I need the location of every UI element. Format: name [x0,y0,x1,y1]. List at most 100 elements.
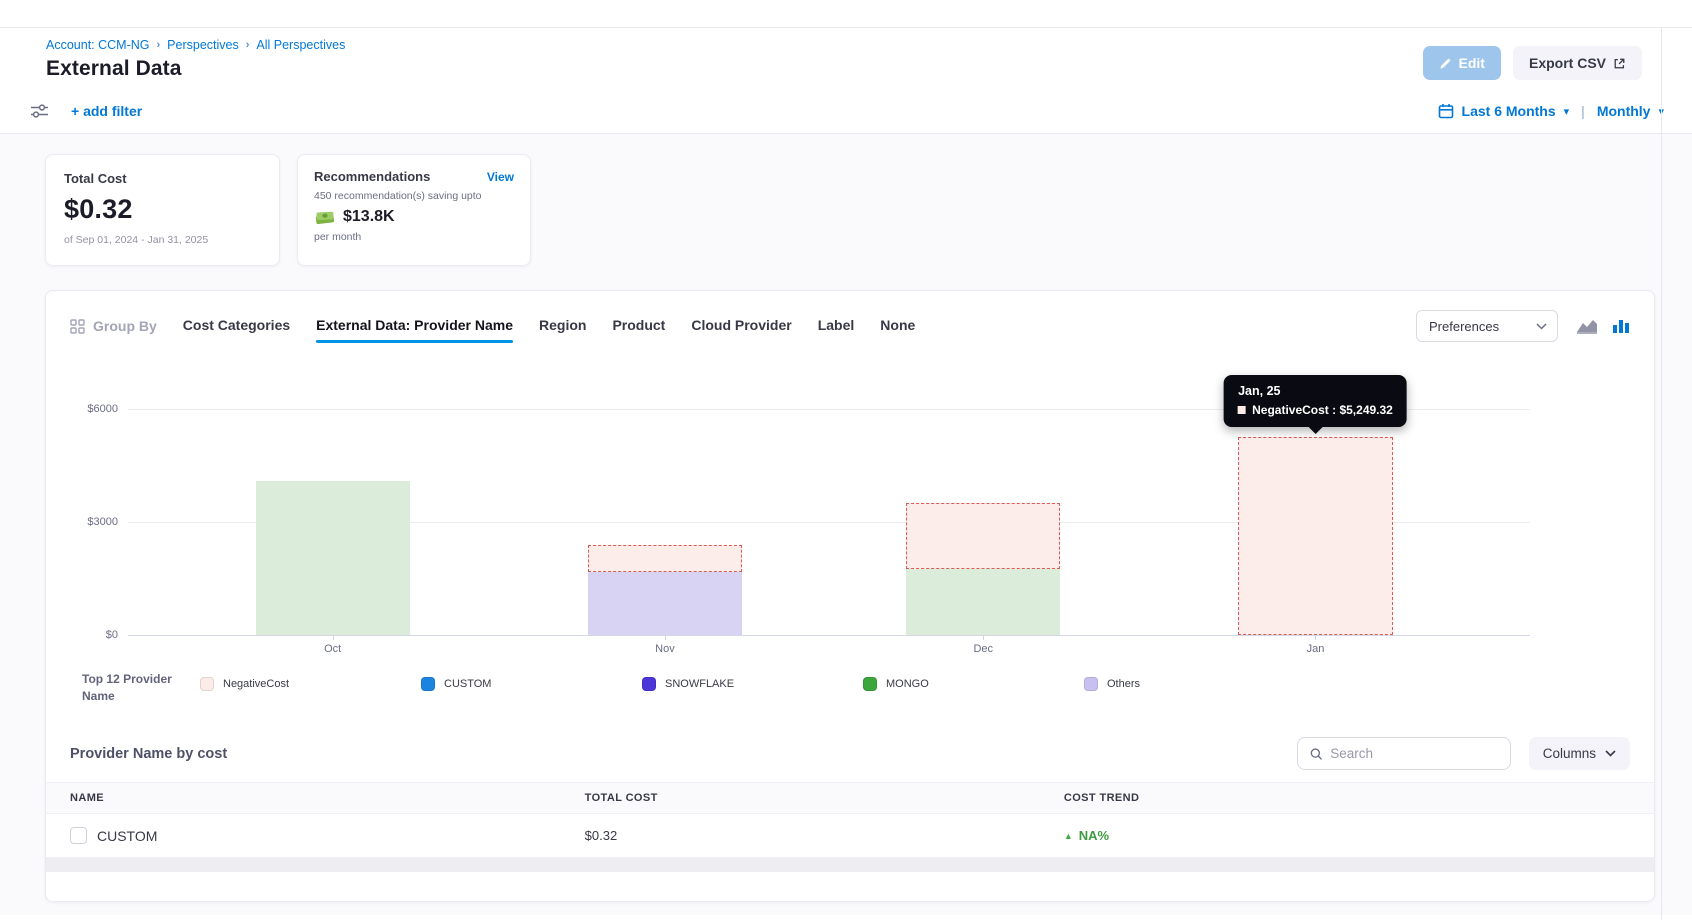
provider-cost-table: NAME TOTAL COST COST TREND CUSTOM$0.32▲N… [46,782,1654,872]
x-axis-tick [665,635,666,640]
tab-region[interactable]: Region [539,309,586,343]
columns-button[interactable]: Columns [1529,737,1630,770]
tab-cloud-provider[interactable]: Cloud Provider [691,309,791,343]
legend-label: CUSTOM [444,678,491,690]
money-icon [314,209,336,225]
table-search [1297,737,1511,770]
bar-group-dec[interactable] [906,503,1060,635]
area-chart-icon[interactable] [1576,318,1598,334]
tab-none[interactable]: None [880,309,915,343]
group-by-label: Group By [70,318,157,334]
page: Account: CCM-NG › Perspectives › All Per… [0,0,1692,920]
chevron-down-icon[interactable]: ▾ [1564,105,1570,118]
x-axis-tick [1315,635,1316,640]
breadcrumb-link-all-perspectives[interactable]: All Perspectives [256,38,345,52]
breadcrumb-link-perspectives[interactable]: Perspectives [167,38,239,52]
chart-tooltip: Jan, 25 NegativeCost : $5,249.32 [1224,375,1407,427]
total-cost-card: Total Cost $0.32 of Sep 01, 2024 - Jan 3… [45,154,280,266]
legend-items: NegativeCost CUSTOM SNOWFLAKE MONGO Others [200,671,1305,691]
legend-label: MONGO [886,678,929,690]
bar-segment-mongo[interactable] [256,481,410,635]
provider-name: CUSTOM [97,828,157,844]
legend-swatch [863,677,877,691]
legend-item-others[interactable]: Others [1084,677,1305,691]
page-header: Account: CCM-NG › Perspectives › All Per… [0,28,1692,89]
tab-product[interactable]: Product [612,309,665,343]
calendar-icon [1438,103,1454,119]
column-header-name[interactable]: NAME [46,792,585,804]
view-recommendations-link[interactable]: View [487,170,514,184]
legend-item-negativecost[interactable]: NegativeCost [200,677,421,691]
legend-label: Others [1107,678,1140,690]
date-range-dropdown[interactable]: Last 6 Months [1462,103,1556,119]
bar-group-oct[interactable] [256,481,410,635]
total-cost-value: $0.32 [64,194,261,225]
pencil-icon [1439,57,1452,70]
table-header-row: NAME TOTAL COST COST TREND [46,782,1654,814]
group-by-tabs: Cost Categories External Data: Provider N… [183,309,916,343]
tab-label[interactable]: Label [818,309,855,343]
breadcrumb-separator: › [246,39,250,51]
table-toolbar: Provider Name by cost Columns [70,737,1630,770]
column-header-total-cost[interactable]: TOTAL COST [585,792,1064,804]
legend-swatch [200,677,214,691]
legend-title: Top 12 Provider Name [82,671,200,706]
total-cost-period: of Sep 01, 2024 - Jan 31, 2025 [64,234,261,246]
top-divider [0,0,1692,28]
edit-button[interactable]: Edit [1423,46,1501,80]
table-title: Provider Name by cost [70,746,227,762]
savings-period: per month [314,231,514,243]
column-header-cost-trend[interactable]: COST TREND [1064,792,1654,804]
legend-swatch [642,677,656,691]
chart-plot-area: Jan, 25 NegativeCost : $5,249.32 $0$3000… [128,409,1530,635]
tooltip-value: NegativeCost : $5,249.32 [1252,403,1393,417]
search-icon [1310,747,1322,761]
x-axis-tick [983,635,984,640]
stacked-bar-chart: Jan, 25 NegativeCost : $5,249.32 $0$3000… [76,409,1530,661]
filter-bar: + add filter Last 6 Months ▾ | Monthly ▾ [0,89,1692,134]
legend-label: NegativeCost [223,678,289,690]
bar-segment-negativecost[interactable] [1238,437,1392,635]
bar-segment-others[interactable] [588,572,742,635]
preferences-dropdown[interactable]: Preferences [1416,310,1558,342]
granularity-dropdown[interactable]: Monthly [1597,103,1651,119]
tooltip-title: Jan, 25 [1238,384,1393,398]
add-filter-button[interactable]: + add filter [71,103,142,119]
tooltip-series-swatch [1238,406,1246,414]
bar-chart-icon[interactable] [1612,318,1630,334]
legend-item-mongo[interactable]: MONGO [863,677,1084,691]
legend-item-snowflake[interactable]: SNOWFLAKE [642,677,863,691]
divider: | [1581,103,1585,119]
total-cost-label: Total Cost [64,171,261,186]
legend-swatch [1084,677,1098,691]
tab-cost-categories[interactable]: Cost Categories [183,309,290,343]
chart-legend: Top 12 Provider Name NegativeCost CUSTOM S… [70,671,1630,721]
group-by-text: Group By [93,318,157,334]
tab-external-data-provider-name[interactable]: External Data: Provider Name [316,309,513,343]
recommendations-card: Recommendations View 450 recommendation(… [297,154,531,266]
bar-segment-negativecost[interactable] [588,545,742,572]
grid-icon [70,319,85,334]
bar-group-nov[interactable] [588,545,742,635]
legend-item-custom[interactable]: CUSTOM [421,677,642,691]
bar-segment-negativecost[interactable] [906,503,1060,569]
savings-value: $13.8K [343,208,395,226]
export-csv-button[interactable]: Export CSV [1513,46,1642,80]
bar-group-jan[interactable] [1238,437,1392,635]
preferences-label: Preferences [1429,319,1499,334]
search-input[interactable] [1330,746,1498,761]
bar-segment-mongo[interactable] [906,569,1060,635]
next-row-partial [45,858,1655,872]
row-swatch [70,827,87,844]
x-axis-label-dec: Dec [973,643,993,655]
table-row-custom[interactable]: CUSTOM$0.32▲NA% [46,814,1654,858]
filter-settings-icon[interactable] [30,103,49,119]
x-axis-label-oct: Oct [324,643,341,655]
chevron-down-icon [1605,750,1616,757]
y-axis-tick-label: $3000 [87,516,118,528]
external-link-icon [1613,57,1626,70]
cost-trend-cell: ▲NA% [1064,828,1654,843]
breadcrumb-separator: › [157,39,161,51]
recommendations-subtitle: 450 recommendation(s) saving upto [314,190,514,202]
breadcrumb-link-account[interactable]: Account: CCM-NG [46,38,150,52]
